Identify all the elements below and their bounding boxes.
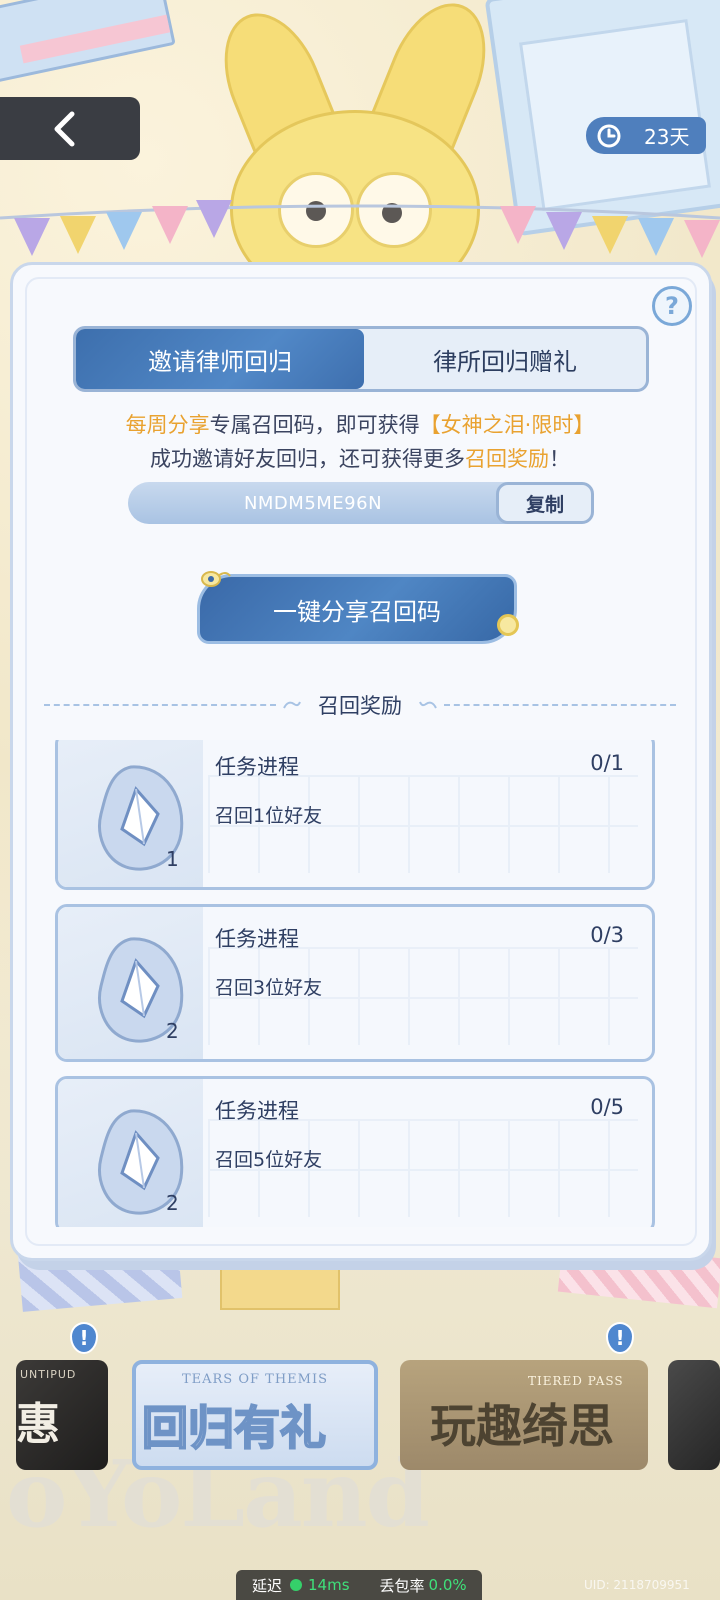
- task-card: 2 任务进程 0/3 召回3位好友: [55, 904, 655, 1062]
- intro-weekly-share: 每周分享: [125, 413, 210, 437]
- days-remaining-text: 23天: [644, 125, 690, 149]
- share-recall-code-button[interactable]: 一键分享召回码: [197, 574, 517, 644]
- recall-code-value: NMDM5ME96N: [243, 492, 383, 514]
- copy-code-button[interactable]: 复制: [496, 482, 594, 524]
- intro-recall-rewards: 召回奖励: [465, 447, 549, 471]
- goddess-tear-gem-icon: [98, 1109, 184, 1215]
- packet-loss-label: 丢包率: [379, 1576, 425, 1595]
- reward-quantity: 2: [166, 1191, 179, 1215]
- banner-subtitle: TEARS OF THEMIS: [181, 1372, 329, 1387]
- task-description: 召回1位好友: [215, 805, 323, 827]
- recall-intro-text: 每周分享专属召回码，即可获得【女神之泪·限时】 成功邀请好友回归，还可获得更多召…: [40, 408, 680, 476]
- intro-line-1: 每周分享专属召回码，即可获得【女神之泪·限时】: [40, 408, 680, 442]
- task-progress: 0/5: [590, 1095, 624, 1119]
- event-banner-discount[interactable]: UNTIPUD 惠: [16, 1360, 108, 1470]
- network-status-bar: 延迟 14ms 丢包率 0.0%: [236, 1570, 482, 1600]
- intro-code-reward-text: 专属召回码，即可获得: [209, 413, 420, 437]
- recall-rewards-heading: 召回奖励: [40, 690, 680, 720]
- task-card: 2 任务进程 0/5 召回5位好友: [55, 1076, 655, 1227]
- event-countdown-badge: 23天: [586, 117, 706, 154]
- task-card: 1 任务进程 0/1 召回1位好友: [55, 740, 655, 890]
- tab-invite-lawyer-return[interactable]: 邀请律师回归: [76, 329, 364, 389]
- intro-invite-text: 成功邀请好友回归，还可获得更多: [150, 447, 465, 471]
- divider-right: [444, 704, 676, 706]
- task-title: 任务进程: [215, 1099, 299, 1123]
- event-banner-partial[interactable]: [668, 1360, 720, 1470]
- event-banner-return-gift[interactable]: TEARS OF THEMIS 回归有礼: [132, 1360, 378, 1470]
- intro-line-2: 成功邀请好友回归，还可获得更多召回奖励！: [40, 442, 680, 476]
- tab-firm-return-gift[interactable]: 律所回归赠礼: [364, 329, 646, 389]
- clock-icon: [597, 124, 621, 147]
- background-book-inner-decor: [518, 18, 712, 212]
- tab-bar: 邀请律师回归 律所回归赠礼: [73, 326, 649, 392]
- user-id-text: UID: 2118709951: [584, 1578, 690, 1592]
- task-title: 任务进程: [215, 927, 299, 951]
- task-description: 召回5位好友: [215, 1149, 323, 1171]
- goddess-tear-gem-icon: [98, 765, 184, 871]
- banner-subtitle: TIERED PASS: [528, 1374, 624, 1388]
- reward-quantity: 2: [166, 1019, 179, 1043]
- intro-reward-name: 【女神之泪·限时】: [419, 413, 595, 437]
- share-button-ornament: [497, 614, 519, 636]
- banner-subtitle: UNTIPUD: [20, 1368, 77, 1381]
- back-button[interactable]: [0, 97, 140, 160]
- latency-status-dot: [290, 1579, 303, 1591]
- latency-label: 延迟: [252, 1576, 283, 1595]
- chevron-left-icon: [54, 111, 75, 146]
- reward-quantity: 1: [166, 847, 179, 871]
- ribbon-knot-icon: [201, 571, 231, 587]
- task-list[interactable]: 1 任务进程 0/1 召回1位好友 2 任务进程 0/3 召回3位好友 2 任务…: [55, 740, 655, 1227]
- banner-title: 惠: [16, 1399, 60, 1450]
- packet-loss-value: 0.0%: [428, 1576, 467, 1594]
- task-title: 任务进程: [215, 755, 299, 779]
- help-button[interactable]: ?: [652, 286, 692, 326]
- goddess-tear-gem-icon: [98, 937, 184, 1043]
- event-banner-tiered-pass[interactable]: TIERED PASS 玩趣绮思: [400, 1360, 648, 1470]
- swirl-icon: [419, 701, 437, 709]
- task-progress: 0/1: [590, 751, 624, 775]
- intro-exclamation: ！: [549, 447, 570, 471]
- latency-value: 14ms: [308, 1576, 350, 1594]
- task-progress: 0/3: [590, 923, 624, 947]
- banner-title: 回归有礼: [141, 1400, 327, 1456]
- banner-title: 玩趣绮思: [430, 1399, 614, 1453]
- task-description: 召回3位好友: [215, 977, 323, 999]
